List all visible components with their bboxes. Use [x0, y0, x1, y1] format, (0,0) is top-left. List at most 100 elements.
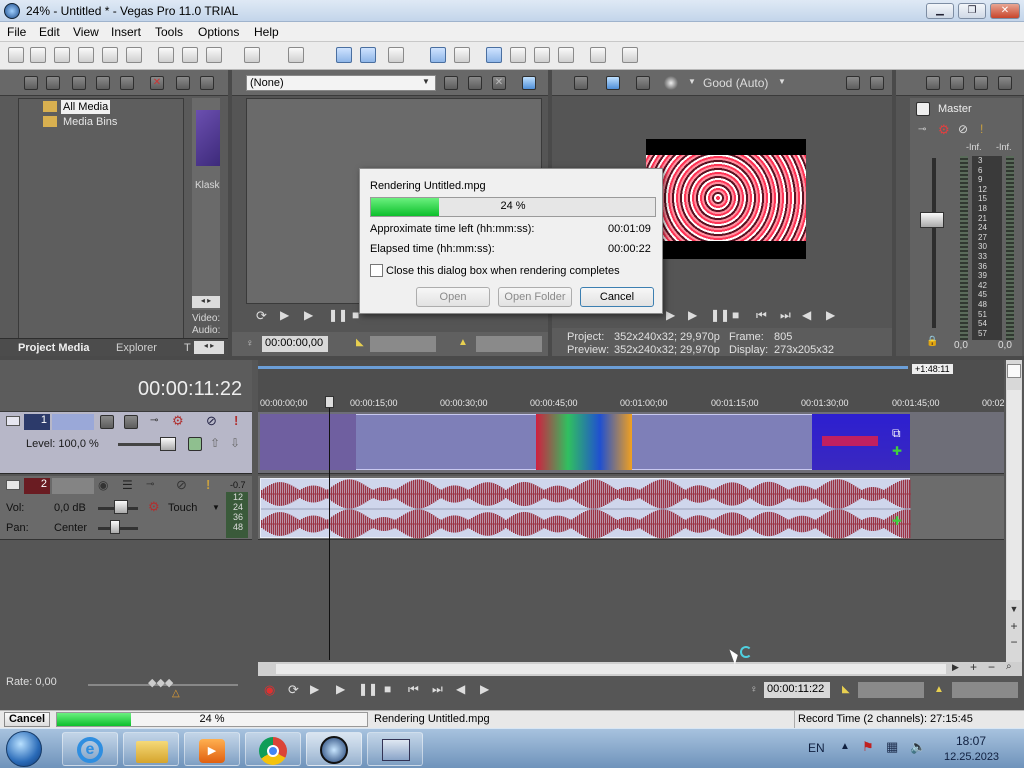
- taskbar-explorer[interactable]: [123, 732, 179, 766]
- envelope-tool-icon[interactable]: [360, 47, 376, 63]
- loop-icon[interactable]: ⟳: [288, 682, 299, 698]
- trim-out-field[interactable]: [476, 336, 542, 352]
- next-frame-icon[interactable]: ▶: [480, 682, 489, 696]
- next-frame-icon[interactable]: ▶: [826, 308, 835, 322]
- taskbar-app[interactable]: [367, 732, 423, 766]
- save-icon[interactable]: [54, 47, 70, 63]
- open-folder-button[interactable]: Open Folder: [498, 287, 572, 307]
- loop-region-bar[interactable]: [258, 366, 908, 369]
- menu-help[interactable]: Help: [254, 25, 279, 39]
- track-minimize-icon[interactable]: [6, 480, 20, 490]
- dim-icon[interactable]: [998, 76, 1012, 90]
- track-minimize-icon[interactable]: [6, 416, 20, 426]
- insert-fx-icon[interactable]: ⊸: [150, 415, 158, 426]
- automation-mode[interactable]: Touch: [168, 502, 197, 514]
- downmix-icon[interactable]: [974, 76, 988, 90]
- plugin-icon[interactable]: [590, 47, 606, 63]
- selection-tool-icon[interactable]: [388, 47, 404, 63]
- tab-transitions[interactable]: T: [184, 342, 191, 354]
- split-screen-icon[interactable]: [636, 76, 650, 90]
- lock-icon[interactable]: 🔒: [926, 336, 938, 347]
- track-fx-gear-icon[interactable]: ⚙: [172, 413, 184, 429]
- level-slider-handle[interactable]: [160, 437, 176, 451]
- go-to-start-icon[interactable]: ⏮: [408, 682, 419, 697]
- make-parent-icon[interactable]: ⇧: [210, 436, 220, 450]
- undo-icon[interactable]: [244, 47, 260, 63]
- auto-ripple-icon[interactable]: [430, 47, 446, 63]
- minimize-button[interactable]: ▁: [926, 3, 954, 19]
- master-mute-icon[interactable]: ⊘: [958, 122, 968, 136]
- network-icon[interactable]: ▦: [886, 739, 898, 755]
- zoom-tool-icon[interactable]: ⌕: [1006, 661, 1012, 672]
- menu-insert[interactable]: Insert: [111, 25, 141, 39]
- taskbar-vegas[interactable]: [306, 732, 362, 766]
- tab-explorer[interactable]: Explorer: [116, 342, 157, 354]
- capture-icon[interactable]: [46, 76, 60, 90]
- play-from-start-icon[interactable]: ▶: [688, 308, 697, 322]
- bottom-timecode[interactable]: 00:00:11:22: [764, 682, 830, 698]
- composite-child-icon[interactable]: [188, 437, 202, 451]
- overlays-icon[interactable]: [664, 76, 678, 90]
- video-track-header[interactable]: 1 ⊸ ⚙ ⊘ ! Level: 100,0 % ⇧ ⇩: [0, 412, 252, 474]
- start-button[interactable]: [6, 731, 42, 767]
- help-pointer-icon[interactable]: [622, 47, 638, 63]
- scroll-right-icon[interactable]: ▶: [952, 662, 959, 673]
- normal-edit-tool-icon[interactable]: [336, 47, 352, 63]
- paste-icon[interactable]: [206, 47, 222, 63]
- taskbar-media-player[interactable]: ▶: [184, 732, 240, 766]
- solo-icon[interactable]: !: [206, 477, 210, 492]
- master-fx-icon[interactable]: [926, 76, 940, 90]
- status-cancel-button[interactable]: Cancel: [4, 712, 50, 727]
- media-fx-icon[interactable]: [200, 76, 214, 90]
- chevron-down-icon[interactable]: ▼: [422, 77, 430, 86]
- scrollbar-thumb[interactable]: [1007, 390, 1021, 600]
- menu-view[interactable]: View: [73, 25, 99, 39]
- zoom-out-icon[interactable]: −: [1007, 636, 1021, 650]
- trim-overwrite-icon[interactable]: [468, 76, 482, 90]
- composite-icon[interactable]: [124, 415, 138, 429]
- menu-options[interactable]: Options: [198, 25, 239, 39]
- trimmer-dropdown[interactable]: (None): [246, 75, 436, 91]
- preview-props-icon[interactable]: [574, 76, 588, 90]
- selection-length-field[interactable]: [952, 682, 1018, 698]
- master-solo-icon[interactable]: !: [980, 122, 983, 136]
- event-fx-icon[interactable]: ✚: [892, 444, 902, 458]
- search-icon[interactable]: [120, 76, 134, 90]
- zoom-out-icon[interactable]: −: [988, 660, 995, 674]
- scroll-down-icon[interactable]: ▼: [1007, 604, 1021, 618]
- master-select-icon[interactable]: [916, 102, 930, 116]
- chevron-down-icon[interactable]: ▼: [688, 77, 696, 86]
- ignore-grouping-icon[interactable]: [534, 47, 550, 63]
- selection-start-field[interactable]: [858, 682, 924, 698]
- clock-time[interactable]: 18:07: [956, 734, 986, 748]
- close-button[interactable]: ✕: [990, 3, 1020, 19]
- trim-add-icon[interactable]: [444, 76, 458, 90]
- menu-file[interactable]: File: [7, 25, 26, 39]
- solo-icon[interactable]: !: [234, 413, 238, 428]
- cancel-button[interactable]: Cancel: [580, 287, 654, 307]
- maximize-button[interactable]: ❐: [958, 3, 986, 19]
- tab-scroll-arrows[interactable]: ◂ ▸: [194, 341, 224, 354]
- track-name-field[interactable]: [52, 414, 94, 430]
- clear-icon[interactable]: ✕: [492, 76, 506, 90]
- zoom-in-icon[interactable]: +: [1007, 620, 1021, 634]
- play-icon[interactable]: ▶: [666, 308, 675, 322]
- play-icon[interactable]: ▶: [336, 682, 345, 696]
- trimmer-timecode[interactable]: 00:00:00,00: [262, 336, 328, 352]
- get-media-icon[interactable]: [72, 76, 86, 90]
- preview-quality[interactable]: Good (Auto): [703, 76, 768, 90]
- master-fader[interactable]: [920, 212, 944, 228]
- mute-icon[interactable]: ⊘: [176, 477, 187, 493]
- stop-icon[interactable]: ■: [384, 682, 391, 696]
- remove-icon[interactable]: ✕: [150, 76, 164, 90]
- arm-record-icon[interactable]: ◉: [98, 478, 108, 492]
- play-from-start-icon[interactable]: ▶: [280, 308, 289, 322]
- action-center-icon[interactable]: ⚑: [862, 739, 874, 755]
- pause-icon[interactable]: ❚❚: [358, 682, 378, 696]
- track-motion-icon[interactable]: [100, 415, 114, 429]
- copy-snapshot-icon[interactable]: [846, 76, 860, 90]
- media-properties-icon[interactable]: [176, 76, 190, 90]
- trim-in-field[interactable]: [370, 336, 436, 352]
- mute-icon[interactable]: ⊘: [206, 413, 217, 429]
- prev-frame-icon[interactable]: ◀: [802, 308, 811, 322]
